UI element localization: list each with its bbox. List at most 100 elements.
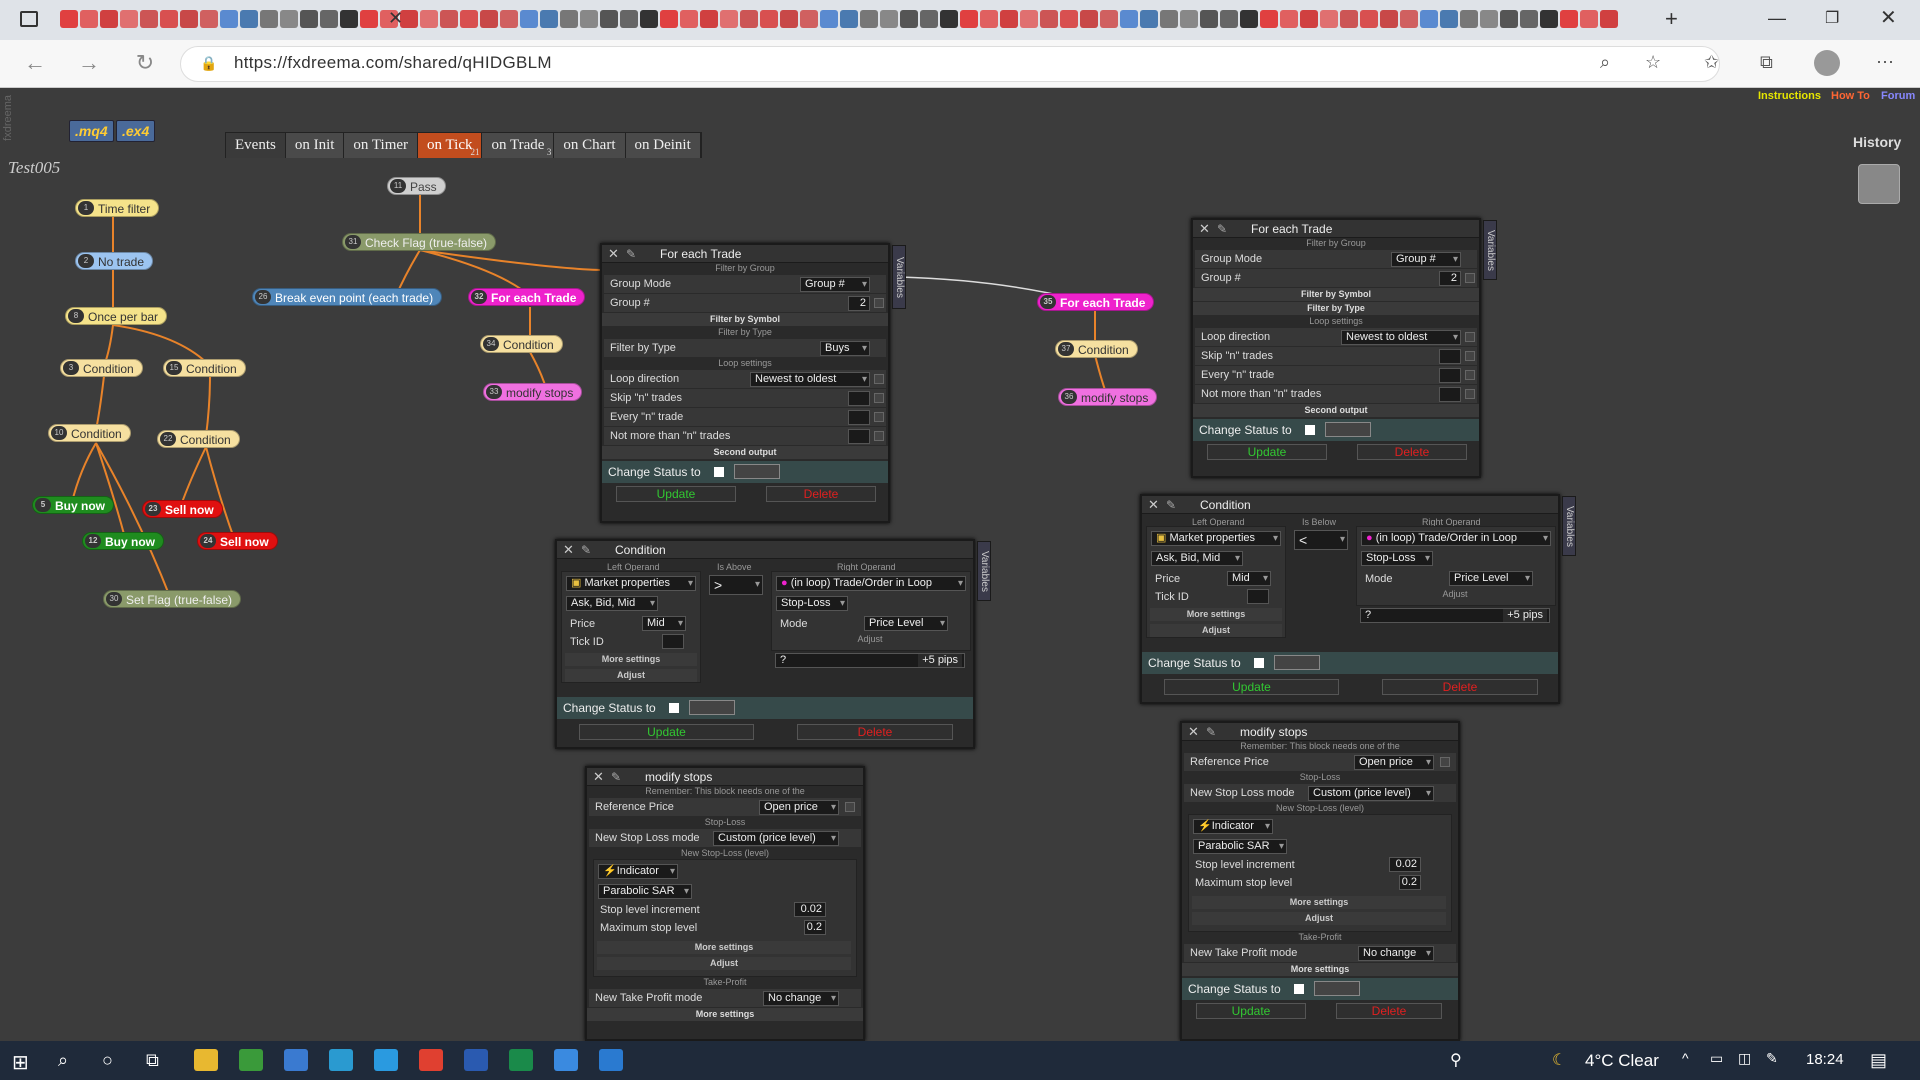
update-button[interactable]: Update	[616, 486, 736, 502]
ask-bid-select[interactable]: Ask, Bid, Mid	[1151, 551, 1243, 566]
vscode-icon[interactable]	[599, 1049, 623, 1071]
howto-link[interactable]: How To	[1831, 90, 1870, 102]
operator-select[interactable]: <	[1294, 530, 1348, 550]
word-icon[interactable]	[464, 1049, 488, 1071]
tab-on-timer[interactable]: on Timer	[344, 133, 419, 158]
browser-tab[interactable]	[720, 10, 738, 28]
notification-icon[interactable]: ▤	[1870, 1050, 1887, 1071]
mail-icon[interactable]	[554, 1049, 578, 1071]
pin-icon[interactable]: ✎	[626, 245, 636, 263]
variables-tab[interactable]: Variables	[892, 245, 906, 309]
more-settings-button[interactable]: More settings	[1150, 608, 1282, 621]
browser-tab[interactable]	[320, 10, 338, 28]
delete-button[interactable]: Delete	[1336, 1003, 1442, 1019]
checkbox[interactable]	[874, 298, 884, 308]
browser-tab[interactable]	[960, 10, 978, 28]
checkbox[interactable]	[1440, 757, 1450, 767]
checkbox[interactable]	[1465, 351, 1475, 361]
browser-tab[interactable]	[460, 10, 478, 28]
skip-input[interactable]	[1439, 349, 1461, 364]
group-num-input[interactable]: 2	[1439, 271, 1461, 286]
block-node[interactable]: 5 Buy now	[32, 496, 114, 514]
status-swatch[interactable]	[689, 700, 735, 715]
tab-actions-icon[interactable]	[20, 11, 38, 27]
weather-text[interactable]: 4°C Clear	[1585, 1051, 1659, 1071]
browser-tab[interactable]	[760, 10, 778, 28]
status-swatch[interactable]	[1325, 422, 1371, 437]
group-mode-select[interactable]: Group #	[800, 277, 870, 292]
tab-on-deinit[interactable]: on Deinit	[625, 133, 701, 158]
browser-tab[interactable]	[1280, 10, 1298, 28]
tab-on-init[interactable]: on Init	[285, 133, 345, 158]
block-node[interactable]: 8 Once per bar	[65, 307, 168, 325]
browser-tab[interactable]	[1560, 10, 1578, 28]
mode-select[interactable]: Price Level	[864, 616, 948, 631]
block-node[interactable]: 36 modify stops	[1058, 388, 1158, 406]
adjust-button[interactable]: Adjust	[1150, 624, 1282, 637]
close-icon[interactable]: ✕	[608, 245, 619, 263]
checkbox[interactable]	[1465, 332, 1475, 342]
tab-close-icon[interactable]: ✕	[388, 8, 403, 29]
checkbox[interactable]	[1465, 389, 1475, 399]
max-stop-input[interactable]: 0.2	[804, 920, 826, 935]
update-button[interactable]: Update	[1164, 679, 1339, 695]
file-explorer-icon[interactable]	[194, 1049, 218, 1071]
tab-on-chart[interactable]: on Chart	[554, 133, 626, 158]
mode-select[interactable]: Price Level	[1449, 571, 1533, 586]
adjust-input[interactable]: ? +5 pips	[775, 653, 965, 668]
browser-tab[interactable]	[1020, 10, 1038, 28]
canvas-lock-icon[interactable]	[1858, 164, 1900, 204]
browser-tab[interactable]	[540, 10, 558, 28]
tab-on-tick[interactable]: on Tick 21	[418, 133, 483, 158]
cortana-icon[interactable]: ○	[102, 1050, 113, 1071]
zoom-icon[interactable]: ⌕	[1600, 52, 1610, 73]
operator-select[interactable]: >	[709, 575, 763, 595]
browser-tab[interactable]	[1120, 10, 1138, 28]
adjust-button[interactable]: Adjust	[565, 669, 697, 682]
browser-tab[interactable]	[940, 10, 958, 28]
update-button[interactable]: Update	[1207, 444, 1327, 460]
status-checkbox[interactable]	[1305, 425, 1315, 435]
tick-id-input[interactable]	[662, 634, 684, 649]
block-node[interactable]: 26 Break even point (each trade)	[252, 288, 443, 306]
browser-tab[interactable]	[1380, 10, 1398, 28]
block-node[interactable]: 3 Condition	[60, 359, 143, 377]
delete-button[interactable]: Delete	[1357, 444, 1467, 460]
tp-mode-select[interactable]: No change	[1358, 946, 1434, 961]
browser-tab[interactable]	[200, 10, 218, 28]
status-checkbox[interactable]	[669, 703, 679, 713]
block-node[interactable]: 1 Time filter	[75, 199, 160, 217]
browser-tab[interactable]	[180, 10, 198, 28]
price-select[interactable]: Mid	[642, 616, 686, 631]
browser-tab[interactable]	[1240, 10, 1258, 28]
block-node[interactable]: 34 Condition	[480, 335, 563, 353]
close-icon[interactable]: ✕	[563, 541, 574, 559]
tab-on-trade[interactable]: on Trade 3	[482, 133, 555, 158]
price-select[interactable]: Mid	[1227, 571, 1271, 586]
browser-tab[interactable]	[1300, 10, 1318, 28]
update-button[interactable]: Update	[579, 724, 754, 740]
block-node[interactable]: 24 Sell now	[197, 532, 278, 550]
update-button[interactable]: Update	[1196, 1003, 1306, 1019]
browser-tab[interactable]	[600, 10, 618, 28]
browser-tab[interactable]	[1160, 10, 1178, 28]
anydesk-icon[interactable]	[419, 1049, 443, 1071]
section-label[interactable]: Filter by Type	[1193, 302, 1479, 315]
checkbox[interactable]	[1465, 273, 1475, 283]
url-text[interactable]: https://fxdreema.com/shared/qHIDGBLM	[234, 53, 552, 73]
delete-button[interactable]: Delete	[1382, 679, 1538, 695]
forum-link[interactable]: Forum	[1881, 90, 1915, 102]
notepad-icon[interactable]	[284, 1049, 308, 1071]
browser-tab[interactable]	[1000, 10, 1018, 28]
indicator-select[interactable]: ⚡Indicator	[598, 864, 678, 879]
checkbox[interactable]	[874, 374, 884, 384]
checkbox[interactable]	[874, 393, 884, 403]
adjust-input[interactable]: ? +5 pips	[1360, 608, 1550, 623]
network-icon[interactable]: ▭	[1710, 1050, 1723, 1067]
browser-tab[interactable]	[620, 10, 638, 28]
forward-icon[interactable]: →	[74, 50, 104, 76]
max-stop-input[interactable]: 0.2	[1399, 875, 1421, 890]
back-icon[interactable]: ←	[20, 50, 50, 76]
pin-icon[interactable]: ✎	[1217, 220, 1227, 238]
browser-tab[interactable]	[100, 10, 118, 28]
